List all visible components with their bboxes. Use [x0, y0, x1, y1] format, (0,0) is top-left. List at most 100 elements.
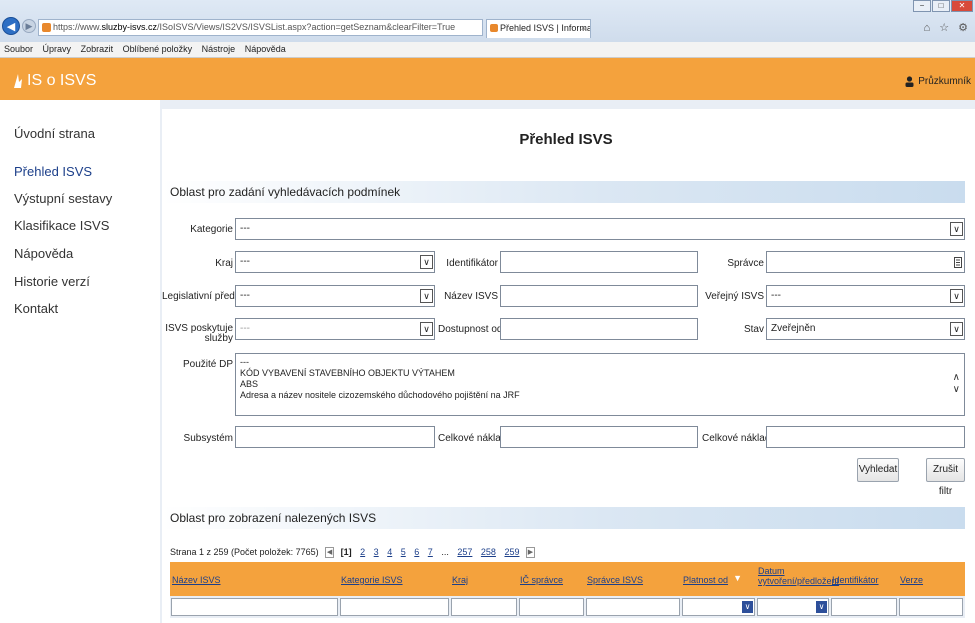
column-ic-spravce[interactable]: IČ správce	[520, 562, 563, 596]
clear-filter-button[interactable]: Zrušit filtr	[926, 458, 965, 497]
calendar-dropdown-icon[interactable]: ∨	[742, 601, 753, 613]
select-kraj[interactable]: --- ∨	[235, 251, 435, 273]
maximize-button[interactable]: □	[932, 0, 950, 12]
filter-kraj-input[interactable]	[451, 598, 517, 616]
label-verejny: Veřejný ISVS	[705, 291, 764, 302]
filter-datum-input[interactable]: ∨	[757, 598, 829, 616]
column-kraj[interactable]: Kraj	[452, 562, 468, 596]
pager-link[interactable]: 258	[481, 547, 496, 557]
label-nazev-isvs: Název ISVS	[444, 291, 498, 302]
column-kategorie[interactable]: Kategorie ISVS	[341, 562, 403, 596]
menu-oblibene[interactable]: Oblíbené položky	[123, 44, 193, 54]
sidebar-item-prehled[interactable]: Přehled ISVS	[14, 164, 92, 179]
window-buttons: − □ ✕	[913, 0, 973, 12]
dp-option[interactable]: Adresa a název nositele cizozemského důc…	[240, 390, 960, 401]
pager-link[interactable]: 5	[401, 547, 406, 557]
sidebar-item-historie[interactable]: Historie verzí	[14, 274, 90, 289]
menu-zobrazit[interactable]: Zobrazit	[81, 44, 114, 54]
column-datum[interactable]: Datum vytvoření/předložení	[758, 562, 839, 596]
pager-link[interactable]: 3	[374, 547, 379, 557]
input-naklady-do[interactable]	[766, 426, 965, 448]
chevron-down-icon: ∨	[950, 322, 963, 336]
dp-option[interactable]: ABS	[240, 379, 960, 390]
browser-tab[interactable]: Přehled ISVS | Informační s... ×	[486, 19, 591, 38]
forward-button[interactable]: ▶	[22, 19, 36, 33]
pager-link[interactable]: 2	[360, 547, 365, 557]
column-identifikator[interactable]: Identifikátor	[832, 562, 879, 596]
filter-ic-input[interactable]	[519, 598, 584, 616]
site-favicon-icon	[42, 23, 51, 32]
pager-ellipsis: ...	[441, 547, 449, 557]
close-button[interactable]: ✕	[951, 0, 973, 12]
input-identifikator[interactable]	[500, 251, 698, 273]
column-verze[interactable]: Verze	[900, 562, 923, 596]
pager-link[interactable]: 257	[457, 547, 472, 557]
input-dostupnost[interactable]	[500, 318, 698, 340]
filter-identifikator-input[interactable]	[831, 598, 897, 616]
column-nazev-isvs[interactable]: Název ISVS	[172, 562, 221, 596]
input-nazev-isvs[interactable]	[500, 285, 698, 307]
calendar-dropdown-icon[interactable]: ∨	[816, 601, 827, 613]
filter-verze-input[interactable]	[899, 598, 963, 616]
app-header: IS o ISVS Průzkumník	[0, 58, 975, 100]
pager-link[interactable]: 4	[387, 547, 392, 557]
logo-flame-icon	[14, 74, 22, 88]
sidebar-item-napoveda[interactable]: Nápověda	[14, 246, 73, 261]
input-spravce[interactable]	[766, 251, 965, 273]
filter-spravce-input[interactable]	[586, 598, 680, 616]
select-stav-value: Zveřejněn	[771, 323, 816, 334]
select-verejny[interactable]: --- ∨	[766, 285, 965, 307]
tab-close-icon[interactable]: ×	[581, 20, 586, 37]
select-verejny-value: ---	[771, 290, 781, 301]
label-poskytuje: ISVS poskytuje služby	[165, 323, 233, 344]
select-legislativni[interactable]: --- ∨	[235, 285, 435, 307]
menu-soubor[interactable]: Soubor	[4, 44, 33, 54]
app-logo[interactable]: IS o ISVS	[12, 72, 96, 90]
pager-link[interactable]: 7	[428, 547, 433, 557]
chevron-down-icon: ∨	[950, 289, 963, 303]
user-menu[interactable]: Průzkumník	[905, 76, 971, 87]
filter-platnost-input[interactable]: ∨	[682, 598, 755, 616]
chevron-down-icon: ∨	[420, 255, 433, 269]
user-name: Průzkumník	[918, 76, 971, 87]
search-button[interactable]: Vyhledat	[857, 458, 899, 482]
filter-icon[interactable]: ▼	[733, 573, 742, 583]
pager-link[interactable]: 6	[414, 547, 419, 557]
pager-link[interactable]: 259	[504, 547, 519, 557]
sidebar-item-klasifikace[interactable]: Klasifikace ISVS	[14, 218, 109, 233]
grid-header: Název ISVS Kategorie ISVS Kraj IČ správc…	[170, 562, 965, 596]
select-stav[interactable]: Zveřejněn ∨	[766, 318, 965, 340]
input-subsystem[interactable]	[235, 426, 435, 448]
select-kategorie[interactable]: --- ∨	[235, 218, 965, 240]
home-star-gear-icons[interactable]: ⌂ ☆ ⚙	[924, 21, 971, 34]
minimize-button[interactable]: −	[913, 0, 931, 12]
pager-prev-icon[interactable]: ◀	[325, 547, 335, 559]
grid-filter-row: ∨ ∨	[170, 596, 965, 618]
listbox-scroll-arrows[interactable]: ∧ ∨	[953, 372, 960, 396]
dp-option[interactable]: ---	[240, 357, 960, 368]
menu-nastroje[interactable]: Nástroje	[202, 44, 236, 54]
sidebar-item-vystupni[interactable]: Výstupní sestavy	[14, 191, 112, 206]
filter-nazev-input[interactable]	[171, 598, 338, 616]
back-button[interactable]: ◀	[2, 17, 20, 35]
column-spravce-isvs[interactable]: Správce ISVS	[587, 562, 643, 596]
results-section-header: Oblast pro zobrazení nalezených ISVS	[162, 507, 965, 529]
menu-upravy[interactable]: Úpravy	[43, 44, 72, 54]
input-naklady-od[interactable]	[500, 426, 698, 448]
column-platnost-od[interactable]: Platnost od ▼	[683, 562, 742, 596]
filter-kategorie-input[interactable]	[340, 598, 449, 616]
select-legislativni-value: ---	[240, 290, 250, 301]
menu-napoveda[interactable]: Nápověda	[245, 44, 286, 54]
sidebar-item-uvod[interactable]: Úvodní strana	[14, 126, 95, 141]
select-poskytuje[interactable]: --- ∨	[235, 318, 435, 340]
pager-next-icon[interactable]: ▶	[526, 547, 535, 559]
url-prefix: https://www.	[53, 22, 102, 32]
listbox-pouzite-dp[interactable]: --- KÓD VYBAVENÍ STAVEBNÍHO OBJEKTU VÝTA…	[235, 353, 965, 416]
dp-option[interactable]: KÓD VYBAVENÍ STAVEBNÍHO OBJEKTU VÝTAHEM	[240, 368, 960, 379]
label-kraj: Kraj	[215, 258, 233, 269]
address-bar[interactable]: https://www.sluzby-isvs.cz/ISoISVS/Views…	[38, 19, 483, 36]
lookup-icon[interactable]	[954, 257, 962, 268]
sidebar-item-kontakt[interactable]: Kontakt	[14, 301, 58, 316]
main-content: Přehled ISVS Oblast pro zadání vyhledáva…	[162, 109, 975, 623]
url-rest: /ISoISVS/Views/IS2VS/ISVSList.aspx?actio…	[157, 22, 456, 32]
